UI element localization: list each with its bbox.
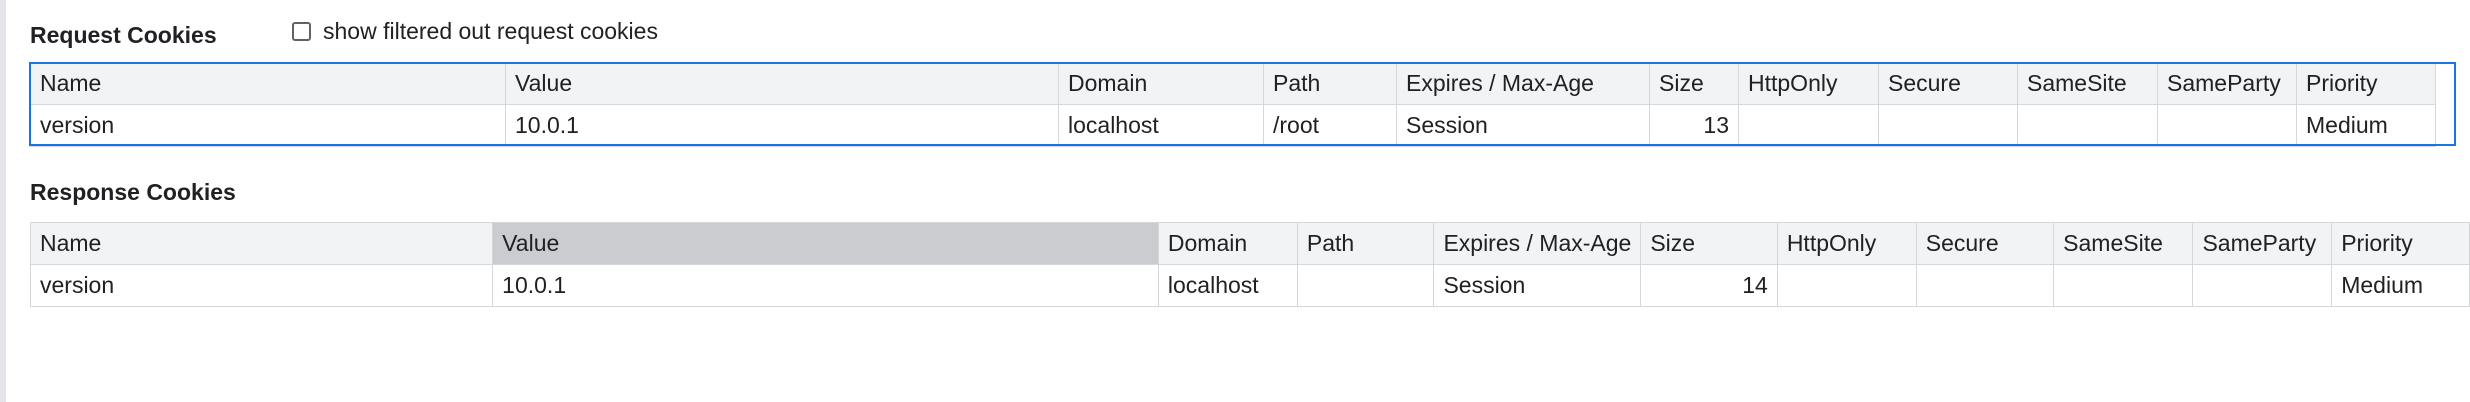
response-cookies-table: Name Value Domain Path Expires / Max-Age… [29,222,2470,307]
show-filtered-label: show filtered out request cookies [323,17,658,44]
cookie-priority-cell[interactable]: Medium [2296,104,2436,147]
column-header-sameparty[interactable]: SameParty [2192,222,2333,265]
cookie-sameparty-cell[interactable] [2157,104,2297,147]
show-filtered-toggle[interactable]: show filtered out request cookies [292,14,658,48]
cookie-path-cell[interactable] [1296,264,1435,307]
cookie-priority-cell[interactable]: Medium [2331,264,2470,307]
cookie-secure-cell[interactable] [1878,104,2018,147]
column-header-httponly[interactable]: HttpOnly [1738,62,1879,105]
column-header-secure[interactable]: Secure [1915,222,2055,265]
cookie-size-cell[interactable]: 13 [1649,104,1739,147]
column-header-domain[interactable]: Domain [1157,222,1298,265]
response-cookies-header: Response Cookies [30,175,236,209]
request-cookies-title: Request Cookies [30,21,217,48]
show-filtered-checkbox[interactable] [292,21,311,41]
table-header-row: Name Value Domain Path Expires / Max-Age… [29,222,2470,265]
response-cookies-title: Response Cookies [30,178,236,205]
cookie-secure-cell[interactable] [1915,264,2055,307]
column-header-path[interactable]: Path [1263,62,1397,105]
column-header-priority[interactable]: Priority [2331,222,2470,265]
cookie-value-cell[interactable]: 10.0.1 [505,104,1059,147]
column-header-httponly[interactable]: HttpOnly [1776,222,1917,265]
cookie-name-cell[interactable]: version [30,104,506,147]
cookie-path-cell[interactable]: /root [1263,104,1397,147]
cookie-httponly-cell[interactable] [1776,264,1917,307]
cookie-sameparty-cell[interactable] [2192,264,2333,307]
column-header-samesite[interactable]: SameSite [2053,222,2194,265]
column-header-sameparty[interactable]: SameParty [2157,62,2297,105]
column-header-secure[interactable]: Secure [1878,62,2018,105]
cookie-expires-cell[interactable]: Session [1433,264,1642,307]
column-header-expires[interactable]: Expires / Max-Age [1433,222,1642,265]
column-header-samesite[interactable]: SameSite [2017,62,2158,105]
panel-left-edge [0,0,6,402]
column-header-expires[interactable]: Expires / Max-Age [1396,62,1650,105]
column-header-size[interactable]: Size [1640,222,1778,265]
cookie-domain-cell[interactable]: localhost [1157,264,1298,307]
column-header-name[interactable]: Name [29,222,494,265]
column-header-priority[interactable]: Priority [2296,62,2436,105]
cookie-expires-cell[interactable]: Session [1396,104,1650,147]
column-header-value[interactable]: Value [505,62,1059,105]
table-row[interactable]: version 10.0.1 localhost /root Session 1… [30,104,2436,147]
table-row[interactable]: version 10.0.1 localhost Session 14 Medi… [29,264,2470,307]
cookie-value-cell[interactable]: 10.0.1 [492,264,1159,307]
table-header-row: Name Value Domain Path Expires / Max-Age… [30,62,2436,105]
request-cookies-table: Name Value Domain Path Expires / Max-Age… [30,62,2436,147]
cookie-samesite-cell[interactable] [2017,104,2158,147]
cookie-size-cell[interactable]: 14 [1640,264,1778,307]
column-header-size[interactable]: Size [1649,62,1739,105]
column-header-path[interactable]: Path [1296,222,1435,265]
cookie-samesite-cell[interactable] [2053,264,2194,307]
cookie-name-cell[interactable]: version [29,264,494,307]
column-header-name[interactable]: Name [30,62,506,105]
cookie-domain-cell[interactable]: localhost [1058,104,1264,147]
request-cookies-header: Request Cookies [30,18,217,52]
column-header-domain[interactable]: Domain [1058,62,1264,105]
column-header-value[interactable]: Value [492,222,1159,265]
cookie-httponly-cell[interactable] [1738,104,1879,147]
